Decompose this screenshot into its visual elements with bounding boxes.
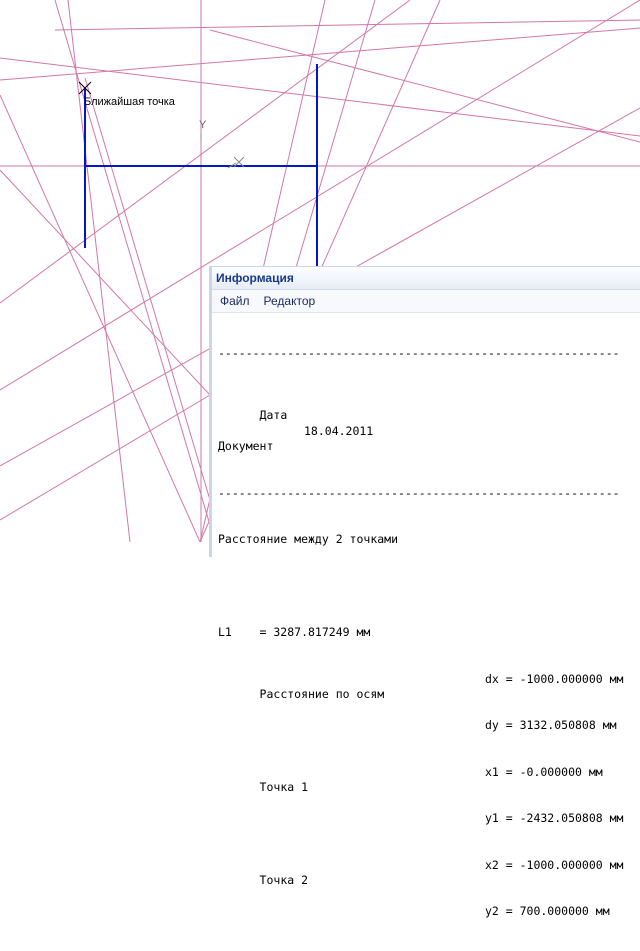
info-menubar: Файл Редактор [212, 290, 640, 313]
y-axis-label: Y [199, 119, 207, 131]
y2-value: y2 = 700.000000 мм [485, 904, 610, 918]
point2-label: Точка 2 [259, 873, 309, 887]
x1-value: x1 = -0.000000 мм [485, 764, 603, 779]
construction-line [0, 394, 211, 521]
construction-line [0, 0, 411, 304]
menu-file[interactable]: Файл [220, 294, 250, 308]
point1-label: Точка 1 [259, 780, 309, 794]
dy-value: dy = 3132.050808 мм [485, 718, 617, 732]
separator: ----------------------------------------… [218, 346, 620, 360]
x2-value: x2 = -1000.000000 мм [485, 857, 624, 872]
snap-label: Ближайшая точка [84, 96, 175, 108]
menu-editor[interactable]: Редактор [264, 294, 316, 308]
info-window: Информация Файл Редактор ---------------… [209, 266, 640, 918]
construction-line [209, 29, 640, 143]
report-text: ----------------------------------------… [218, 315, 640, 951]
dx-value: dx = -1000.000000 мм [485, 671, 624, 686]
date-value: 18.04.2011 [304, 423, 374, 438]
construction-line [0, 94, 201, 542]
l1-value: L1 = 3287.817249 мм [218, 625, 371, 639]
info-window-title: Информация [216, 271, 294, 285]
construction-line [0, 169, 211, 396]
info-window-titlebar[interactable]: Информация [212, 267, 640, 290]
y1-value: y1 = -2432.050808 мм [485, 811, 624, 825]
construction-line [84, 77, 211, 501]
separator: ----------------------------------------… [218, 485, 620, 500]
date-label: Дата [259, 408, 288, 422]
heading: Расстояние между 2 точками [218, 532, 399, 546]
construction-line [54, 19, 640, 31]
document-label: Документ [218, 439, 274, 453]
construction-line [0, 27, 640, 81]
axis-distance-label: Расстояние по осям [259, 687, 385, 701]
